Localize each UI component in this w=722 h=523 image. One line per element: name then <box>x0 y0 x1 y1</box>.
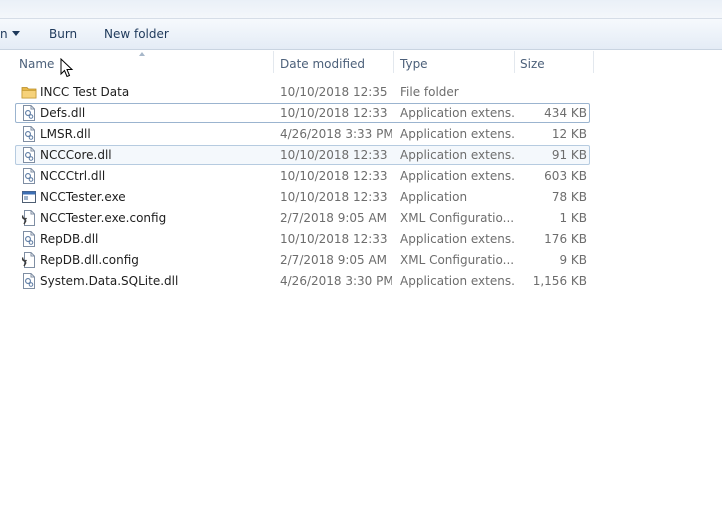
file-size: 78 KB <box>551 190 587 204</box>
file-date-modified: 10/10/2018 12:33 ... <box>280 106 392 120</box>
file-size: 9 KB <box>559 253 587 267</box>
file-size: 91 KB <box>551 148 587 162</box>
file-size <box>516 83 587 101</box>
file-date-modified: 10/10/2018 12:33 ... <box>280 232 392 246</box>
file-type: XML Configuratio... <box>400 253 515 267</box>
file-row[interactable]: System.Data.SQLite.dll 4/26/2018 3:30 PM A… <box>15 271 590 291</box>
config-file-icon <box>21 252 37 268</box>
file-row[interactable]: NCCTester.exe.config 2/7/2018 9:05 AM XML … <box>15 208 590 228</box>
config-file-icon <box>21 210 37 226</box>
file-size: 434 KB <box>544 106 587 120</box>
file-type: File folder <box>400 85 459 99</box>
file-name: NCCTester.exe.config <box>40 211 167 225</box>
file-row[interactable]: NCCCore.dll 10/10/2018 12:33 ... Applicati… <box>15 145 590 165</box>
window-top-strip <box>0 0 722 19</box>
new-folder-button[interactable]: New folder <box>104 19 169 50</box>
column-header-size[interactable]: Size <box>515 51 593 77</box>
file-row[interactable]: NCCTester.exe 10/10/2018 12:33 ... Applica… <box>15 187 590 207</box>
sort-ascending-icon <box>139 52 145 56</box>
command-toolbar: n Burn New folder <box>0 19 722 50</box>
file-size: 176 KB <box>544 232 587 246</box>
burn-button[interactable]: Burn <box>49 19 77 50</box>
exe-file-icon <box>21 189 37 205</box>
file-size: 1 KB <box>559 211 587 225</box>
dll-file-icon <box>21 231 37 247</box>
column-header-date-label: Date modified <box>280 57 366 71</box>
toolbar-organize-label: n <box>0 27 8 41</box>
column-header-date[interactable]: Date modified <box>275 51 393 77</box>
file-row[interactable]: INCC Test Data 10/10/2018 12:35 ... File f… <box>15 82 590 102</box>
column-divider[interactable] <box>593 51 594 73</box>
column-header-size-label: Size <box>520 57 545 71</box>
file-name: NCCCtrl.dll <box>40 169 106 183</box>
column-header-type-label: Type <box>400 57 428 71</box>
file-name: RepDB.dll.config <box>40 253 139 267</box>
dll-file-icon <box>21 105 37 121</box>
column-header-row: Name Date modified Type Size <box>0 51 722 77</box>
dll-file-icon <box>21 147 37 163</box>
dll-file-icon <box>21 273 37 289</box>
file-type: Application <box>400 190 468 204</box>
file-name: INCC Test Data <box>40 85 130 99</box>
toolbar-organize-button[interactable]: n <box>0 19 20 50</box>
file-row[interactable]: Defs.dll 10/10/2018 12:33 ... Application … <box>15 103 590 123</box>
file-row[interactable]: RepDB.dll.config 2/7/2018 9:05 AM XML Conf… <box>15 250 590 270</box>
file-type: Application extens... <box>400 148 515 162</box>
column-header-name-label: Name <box>19 57 55 71</box>
mouse-pointer-icon <box>60 58 74 78</box>
file-name: NCCTester.exe <box>40 190 126 204</box>
file-type: Application extens... <box>400 274 515 288</box>
file-row[interactable]: NCCCtrl.dll 10/10/2018 12:33 ... Applicati… <box>15 166 590 186</box>
column-header-type[interactable]: Type <box>395 51 513 77</box>
folder-icon <box>21 84 37 100</box>
file-type: XML Configuratio... <box>400 211 515 225</box>
column-divider[interactable] <box>393 51 394 73</box>
file-date-modified: 10/10/2018 12:33 ... <box>280 169 392 183</box>
file-date-modified: 2/7/2018 9:05 AM <box>280 211 388 225</box>
file-size: 603 KB <box>544 169 587 183</box>
file-date-modified: 4/26/2018 3:33 PM <box>280 127 392 141</box>
file-type: Application extens... <box>400 169 515 183</box>
file-type: Application extens... <box>400 127 515 141</box>
file-type: Application extens... <box>400 106 515 120</box>
file-type: Application extens... <box>400 232 515 246</box>
file-name: RepDB.dll <box>40 232 99 246</box>
chevron-down-icon <box>11 31 20 36</box>
dll-file-icon <box>21 168 37 184</box>
file-date-modified: 4/26/2018 3:30 PM <box>280 274 392 288</box>
column-divider[interactable] <box>273 51 274 73</box>
file-size: 12 KB <box>551 127 587 141</box>
file-name: Defs.dll <box>40 106 86 120</box>
file-name: System.Data.SQLite.dll <box>40 274 179 288</box>
file-date-modified: 2/7/2018 9:05 AM <box>280 253 388 267</box>
file-size: 1,156 KB <box>532 274 587 288</box>
file-name: LMSR.dll <box>40 127 91 141</box>
file-name: NCCCore.dll <box>40 148 112 162</box>
file-row[interactable]: RepDB.dll 10/10/2018 12:33 ... Application… <box>15 229 590 249</box>
file-date-modified: 10/10/2018 12:35 ... <box>280 85 392 99</box>
file-date-modified: 10/10/2018 12:33 ... <box>280 148 392 162</box>
file-date-modified: 10/10/2018 12:33 ... <box>280 190 392 204</box>
dll-file-icon <box>21 126 37 142</box>
file-row[interactable]: LMSR.dll 4/26/2018 3:33 PM Application ext… <box>15 124 590 144</box>
